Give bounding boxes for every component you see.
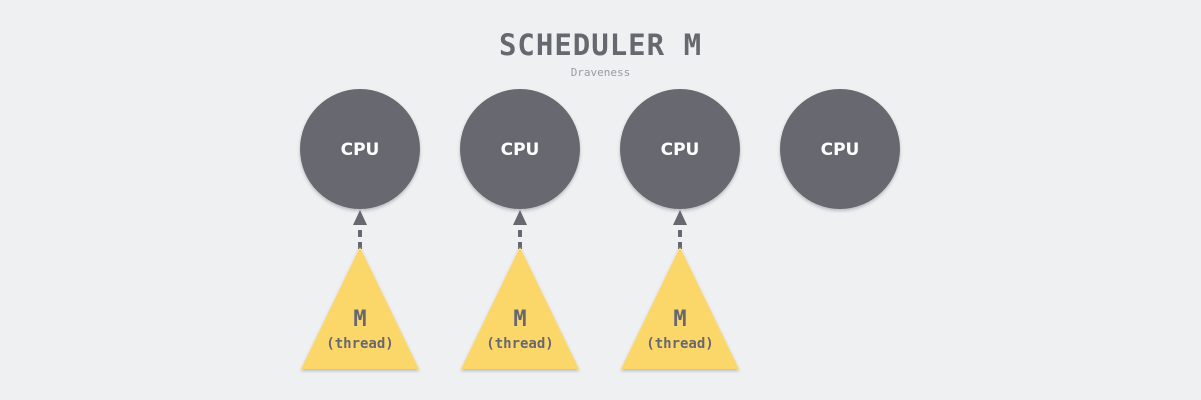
thread-name: M: [353, 307, 366, 332]
thread-sublabel: (thread): [646, 336, 713, 352]
cpu-label: CPU: [501, 140, 540, 160]
cpu-label: CPU: [341, 140, 380, 160]
cpus-layer: CPU CPU CPU CPU: [300, 89, 900, 209]
thread-to-cpu-arrow: [353, 210, 367, 249]
thread-node: M (thread): [301, 247, 419, 369]
thread-to-cpu-arrow: [673, 210, 687, 249]
cpu-node: CPU: [300, 89, 420, 209]
cpu-label: CPU: [821, 140, 860, 160]
thread-sublabel: (thread): [326, 336, 393, 352]
arrows-layer: [353, 210, 687, 249]
thread-node: M (thread): [461, 247, 579, 369]
arrow-head-icon: [353, 210, 367, 225]
threads-layer: M (thread) M (thread) M (thread): [301, 247, 739, 369]
arrow-head-icon: [673, 210, 687, 225]
cpu-node: CPU: [460, 89, 580, 209]
arrow-head-icon: [513, 210, 527, 225]
thread-node: M (thread): [621, 247, 739, 369]
scheduler-diagram: CPU CPU CPU CPU M (thread) M (thread) M (thread): [300, 89, 900, 369]
cpu-label: CPU: [661, 140, 700, 160]
cpu-node: CPU: [780, 89, 900, 209]
cpu-node: CPU: [620, 89, 740, 209]
thread-name: M: [673, 307, 686, 332]
thread-name: M: [513, 307, 526, 332]
thread-to-cpu-arrow: [513, 210, 527, 249]
thread-sublabel: (thread): [486, 336, 553, 352]
